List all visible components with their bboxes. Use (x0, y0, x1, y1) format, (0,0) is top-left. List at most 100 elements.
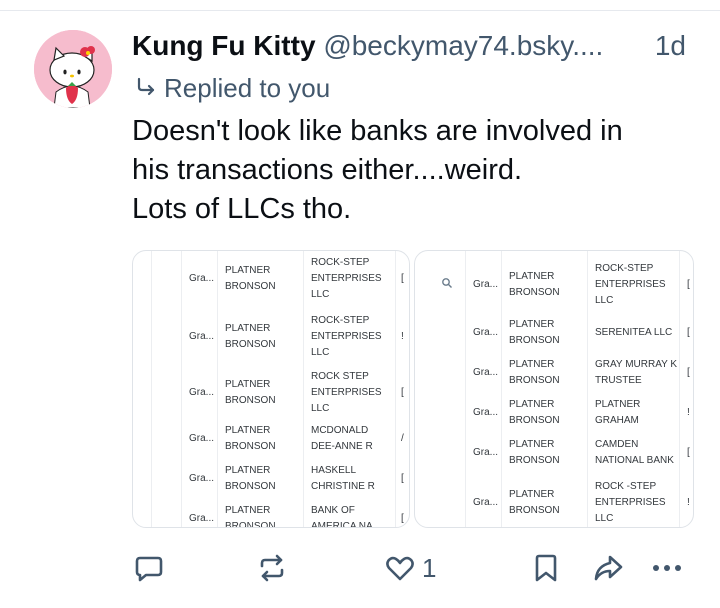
cell-grantee: Gra... (473, 447, 499, 458)
repost-button[interactable] (256, 548, 288, 588)
post-header: Kung Fu Kitty @beckymay74.bsky.... 1d (132, 26, 712, 66)
reply-context-label: Replied to you (164, 73, 331, 103)
share-arrow-icon (594, 555, 623, 581)
author-name[interactable]: Kung Fu Kitty (132, 30, 316, 61)
cell-grantee: Gra... (473, 407, 499, 418)
cell-counterparty-line: BANK OF (311, 505, 355, 516)
post-text-line: Lots of LLCs tho. (132, 193, 352, 225)
cell-counterparty-line: SERENITEA LLC (595, 327, 673, 338)
cell-counterparty-line: PLATNER (595, 399, 641, 410)
top-divider (0, 0, 720, 11)
cell-counterparty-line: GRAY MURRAY K (595, 359, 678, 370)
cell-counterparty-line: LLC (311, 403, 330, 414)
column-divider (217, 251, 218, 527)
cell-party-line: PLATNER (509, 439, 555, 450)
cell-grantee: Gra... (189, 433, 215, 444)
cell-party-line: PLATNER (509, 271, 555, 282)
column-divider (501, 251, 502, 527)
cell-party-line: BRONSON (509, 455, 560, 466)
cell-party-line: PLATNER (225, 425, 271, 436)
cell-counterparty-line: ENTERPRISES (311, 387, 382, 398)
cell-party-line: PLATNER (509, 399, 555, 410)
cell-counterparty-line: DEE-ANNE R (311, 441, 373, 452)
share-button[interactable] (592, 548, 624, 588)
cell-party-line: BRONSON (509, 415, 560, 426)
cell-counterparty-line: MCDONALD (311, 425, 369, 436)
cell-party-line: BRONSON (509, 505, 560, 516)
attached-image-right[interactable]: Gra... PLATNER BRONSON ROCK-STEP ENTERPRISES… (414, 250, 694, 528)
cell-grantee: Gra... (189, 331, 215, 342)
cell-counterparty-line: ROCK-STEP (311, 315, 370, 326)
more-options-button[interactable] (650, 548, 684, 588)
cell-party-line: PLATNER (225, 465, 271, 476)
heart-icon (386, 556, 414, 581)
column-divider (395, 251, 396, 527)
speech-bubble-icon (135, 556, 163, 582)
like-count: 1 (422, 552, 437, 583)
magnifier-icon (442, 278, 452, 288)
reply-arrow-icon (137, 77, 155, 96)
repost-icon (260, 554, 284, 582)
post-text-line: his transactions either....weird. (132, 154, 523, 186)
cell-grantee: Gra... (473, 367, 499, 378)
cell-counterparty-line: ENTERPRISES (595, 279, 666, 290)
cell-grantee: Gra... (189, 273, 215, 284)
cell-party-line: BRONSON (225, 441, 276, 452)
attached-image-left[interactable]: Gra... PLATNER BRONSON ROCK-STEP ENTERPRISES… (132, 250, 410, 528)
reply-button[interactable] (134, 548, 164, 588)
cell-truncated: [ (687, 367, 690, 378)
cell-counterparty-line: ROCK-STEP (595, 263, 654, 274)
cell-counterparty-line: LLC (595, 513, 614, 524)
cell-counterparty-line: LLC (595, 295, 614, 306)
cell-counterparty-line: LLC (311, 289, 330, 300)
cell-counterparty-line: AMERICA NA (311, 521, 373, 528)
cell-counterparty-line: ROCK STEP (311, 371, 369, 382)
post-timestamp[interactable]: 1d (655, 26, 686, 66)
cell-party-line: BRONSON (225, 395, 276, 406)
cell-counterparty-line: GRAHAM (595, 415, 639, 426)
column-divider (465, 251, 466, 527)
cell-counterparty-line: HASKELL (311, 465, 357, 476)
cell-truncated: [ (401, 473, 404, 484)
cell-counterparty-line: LLC (311, 347, 330, 358)
spreadsheet-screenshot: Gra... PLATNER BRONSON ROCK-STEP ENTERPRISES… (415, 251, 693, 527)
column-divider (181, 251, 182, 527)
cell-truncated: [ (401, 513, 404, 524)
cell-counterparty-line: ENTERPRISES (311, 273, 382, 284)
cell-grantee: Gra... (189, 513, 215, 524)
cell-truncated: [ (687, 447, 690, 458)
cell-party-line: PLATNER (509, 359, 555, 370)
cell-counterparty-line: NATIONAL BANK (595, 455, 674, 466)
reply-context[interactable]: Replied to you (134, 70, 330, 106)
avatar[interactable] (34, 30, 112, 108)
column-divider (587, 251, 588, 527)
hello-kitty-avatar-icon (34, 30, 112, 108)
bookmark-icon (535, 554, 557, 582)
cell-truncated: ! (687, 407, 690, 418)
cell-party-line: PLATNER (225, 379, 271, 390)
cell-grantee: Gra... (473, 327, 499, 338)
ellipsis-icon (653, 565, 681, 571)
cell-party-line: PLATNER (225, 505, 271, 516)
bookmark-button[interactable] (532, 548, 560, 588)
cell-party-line: BRONSON (509, 335, 560, 346)
cell-party-line: BRONSON (509, 375, 560, 386)
cell-counterparty-line: TRUSTEE (595, 375, 642, 386)
cell-counterparty-line: ROCK-STEP (311, 257, 370, 268)
cell-grantee: Gra... (473, 279, 499, 290)
cell-truncated: [ (401, 387, 404, 398)
like-button[interactable]: 1 (384, 548, 436, 588)
cell-party-line: PLATNER (225, 323, 271, 334)
cell-grantee: Gra... (473, 497, 499, 508)
cell-counterparty-line: ENTERPRISES (595, 497, 666, 508)
author-handle[interactable]: @beckymay74.bsky.... (323, 30, 603, 61)
column-divider (151, 251, 152, 527)
cell-truncated: / (401, 433, 404, 444)
cell-party-line: BRONSON (225, 281, 276, 292)
cell-counterparty-line: CHRISTINE R (311, 481, 375, 492)
cell-truncated: [ (687, 279, 690, 290)
cell-truncated: ! (401, 331, 404, 342)
cell-truncated: [ (401, 273, 404, 284)
post-action-bar: 1 (0, 548, 720, 588)
column-divider (303, 251, 304, 527)
